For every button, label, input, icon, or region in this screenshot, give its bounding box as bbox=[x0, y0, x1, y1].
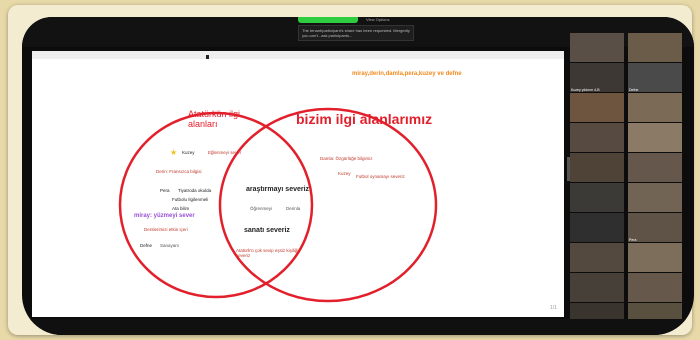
notification-banner: The tenant/participant's share has been … bbox=[298, 25, 414, 41]
participant-video-tile[interactable] bbox=[628, 93, 682, 122]
item-futbolu: Futbolu Ilgilenmeli bbox=[172, 197, 209, 202]
item-pera: Pera bbox=[160, 188, 170, 193]
meeting-bottom-bar bbox=[22, 319, 694, 335]
item-ata-bilim: Ata bilim bbox=[172, 206, 190, 211]
item-derslerini: Derslerimizi etkin içeri bbox=[144, 227, 188, 232]
participant-gallery: Kuzey yıldırım 4-B Defne Pera bbox=[570, 33, 688, 323]
participant-video-tile[interactable] bbox=[628, 243, 682, 272]
item-arastirmayi: araştırmayı severiz bbox=[246, 186, 310, 193]
view-options-button[interactable]: View Options bbox=[366, 17, 390, 22]
participant-video-tile[interactable] bbox=[570, 33, 624, 62]
participant-video-tile[interactable] bbox=[628, 183, 682, 212]
item-kuzey: Kuzey bbox=[182, 150, 195, 155]
left-venn-circle bbox=[118, 111, 314, 299]
item-eglenmeyi: Eğlenmeyi sever bbox=[208, 150, 242, 155]
slide-page-number: 1/1 bbox=[550, 305, 557, 311]
participant-video-tile[interactable] bbox=[628, 33, 682, 62]
item-sanayam: Sanayam bbox=[160, 243, 180, 248]
item-kuzey-right: Kuzey bbox=[338, 171, 351, 176]
item-damla: Damla: Özgürlüğe bilgimiz bbox=[320, 156, 373, 161]
participant-video-tile[interactable] bbox=[570, 183, 624, 212]
participant-video-tile[interactable]: Kuzey yıldırım 4-B bbox=[570, 63, 624, 92]
participant-video-tile[interactable]: Pera bbox=[628, 213, 682, 242]
participant-video-tile[interactable] bbox=[628, 273, 682, 302]
participant-video-tile[interactable] bbox=[570, 273, 624, 302]
participant-video-tile[interactable] bbox=[628, 123, 682, 152]
star-icon: ★ bbox=[170, 148, 178, 157]
item-ataturk-sevgisi: Atatürk'ü çok sevip eşsiz kişiliği sever… bbox=[236, 248, 299, 258]
shared-slide: miray,derin,damla,pera,kuzey ve defne At… bbox=[32, 51, 564, 317]
item-derin: Derin: Fransızca bilgisi bbox=[156, 169, 202, 174]
meeting-window: View Options The tenant/participant's sh… bbox=[22, 17, 694, 335]
photo-frame: View Options The tenant/participant's sh… bbox=[8, 5, 694, 335]
participant-video-tile[interactable] bbox=[570, 243, 624, 272]
participant-video-tile[interactable] bbox=[570, 123, 624, 152]
participant-video-tile[interactable] bbox=[570, 153, 624, 182]
item-futbol: Futbol oynamayı severiz bbox=[356, 174, 405, 179]
participant-video-tile[interactable] bbox=[628, 153, 682, 182]
participant-video-tile[interactable]: Defne bbox=[628, 63, 682, 92]
item-derinla: Derinla bbox=[286, 206, 301, 211]
participant-video-tile[interactable] bbox=[570, 213, 624, 242]
item-tiyatroda: Tiyatroda okulda bbox=[178, 188, 212, 193]
screen-share-indicator[interactable] bbox=[298, 17, 358, 23]
right-venn-circle bbox=[218, 107, 438, 303]
item-miray: miray: yüzmeyi sever bbox=[134, 213, 195, 219]
item-ogrenmeyi: Öğrenmeyi bbox=[250, 206, 273, 211]
participant-video-tile[interactable] bbox=[570, 93, 624, 122]
item-sanati: sanatı severiz bbox=[244, 227, 290, 234]
item-defne: Defne bbox=[140, 243, 153, 248]
venn-diagram bbox=[118, 107, 438, 303]
